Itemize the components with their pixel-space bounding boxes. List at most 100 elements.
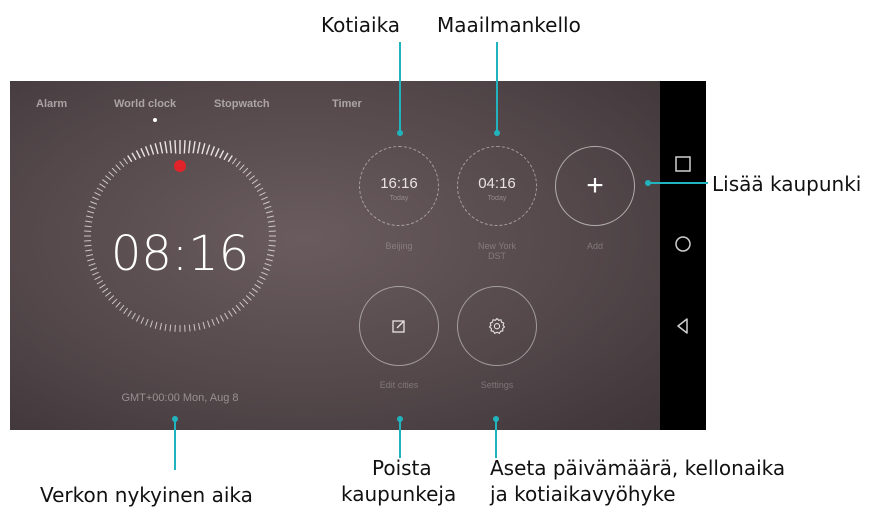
dial-tick (127, 310, 132, 317)
dial-tick (248, 291, 255, 297)
callout-network-time: Verkon nykyinen aika (40, 483, 253, 507)
city-clock-beijing[interactable]: 16:16 Today (359, 146, 439, 226)
tab-timer[interactable]: Timer (332, 98, 362, 110)
callout-home-time: Kotiaika (321, 13, 401, 37)
dial-tick (188, 140, 191, 154)
plus-icon: + (586, 169, 604, 202)
recent-apps-icon[interactable] (673, 154, 693, 174)
dial-tick (262, 201, 270, 205)
dial-tick (164, 141, 168, 154)
dial-tick (192, 141, 196, 154)
dial-tick (105, 175, 112, 181)
callout-line-set-date (495, 418, 497, 458)
tab-stopwatch[interactable]: Stopwatch (214, 98, 270, 110)
add-city-button[interactable]: + (555, 146, 635, 226)
city-time: 16:16 (380, 175, 418, 192)
dial-tick (169, 140, 172, 154)
dial-tick (111, 167, 118, 174)
dial-tick (131, 152, 137, 161)
dial-tick (242, 167, 249, 174)
settings-label: Settings (480, 380, 514, 390)
dial-tick (111, 298, 118, 305)
tab-alarm[interactable]: Alarm (36, 98, 67, 110)
callout-dot-remove-cities (397, 416, 403, 422)
dial-tick (248, 175, 255, 181)
dial-tick (201, 143, 206, 155)
home-icon[interactable] (673, 234, 693, 254)
dial-tick (140, 148, 146, 157)
dial-tick (219, 150, 225, 159)
city-clock-new-york[interactable]: 04:16 Today (457, 146, 537, 226)
dial-tick (261, 196, 268, 201)
dial-tick (215, 317, 220, 324)
dial-tick (108, 295, 115, 301)
dial-tick (267, 220, 275, 223)
callout-dot-set-date (493, 416, 499, 422)
city-label-beijing: Beijing (385, 241, 413, 251)
dial-tick (108, 171, 115, 177)
city-day: Today (487, 195, 507, 202)
back-icon[interactable] (673, 316, 693, 336)
dial-tick (85, 220, 93, 223)
dial-tick (119, 304, 125, 311)
callout-line-world-clock (496, 42, 498, 133)
dial-tick (164, 323, 167, 331)
dial-tick (254, 284, 261, 289)
timezone-date: GMT+00:00 Mon, Aug 8 (121, 392, 239, 404)
tab-world-clock[interactable]: World clock (114, 98, 176, 110)
dial-tick (131, 312, 136, 320)
callout-line-home-time (399, 42, 401, 133)
dial-tick (90, 201, 98, 205)
dial-tick (210, 146, 216, 156)
dial-tick (92, 196, 99, 201)
dial-tick (266, 215, 275, 218)
dial-tick (99, 183, 106, 188)
gear-icon (488, 317, 506, 334)
dial-tick (227, 155, 233, 163)
dial-tick (198, 322, 201, 331)
dial-tick (159, 322, 162, 331)
dial-tick (140, 317, 145, 324)
navigation-bar (660, 81, 706, 430)
dial-tick (205, 144, 211, 155)
dial-tick (96, 187, 104, 192)
dial-tick (245, 171, 252, 177)
dial-tick (119, 161, 125, 168)
dial-tick (105, 291, 112, 297)
callout-world-clock: Maailmankello (437, 13, 581, 37)
dial-tick (102, 179, 109, 185)
dial-tick (224, 312, 229, 320)
callout-set-date-line1: Aseta päivämäärä, kellonaika (490, 456, 786, 480)
callout-line-network-time (174, 418, 176, 470)
dial-tick (123, 307, 129, 314)
dial-tick (202, 321, 206, 329)
dial-tick (254, 183, 261, 188)
dial-tick (251, 179, 258, 185)
callout-dot-world-clock (494, 130, 500, 136)
callout-line-remove-cities (399, 418, 401, 458)
phone-screen: Alarm World clock Stopwatch Timer 08:16 … (10, 81, 660, 430)
dial-tick (102, 287, 109, 293)
dial-tick (99, 284, 106, 289)
seconds-dot (174, 160, 186, 172)
edit-cities-button[interactable] (359, 286, 439, 366)
dial-tick (251, 287, 258, 293)
dial-tick (214, 148, 220, 157)
dial-tick (245, 295, 252, 301)
dial-tick (135, 315, 141, 322)
dial-tick (154, 143, 159, 155)
dial-tick (228, 310, 233, 317)
dial-tick (231, 307, 237, 314)
add-label: Add (586, 241, 603, 251)
dial-tick (235, 161, 241, 168)
dial-tick (169, 324, 172, 332)
local-time: 08:16 (110, 226, 250, 282)
callout-line-add-city (648, 182, 708, 184)
dial-tick (149, 320, 153, 328)
dial-tick (265, 210, 273, 214)
dial-tick (239, 301, 245, 308)
dial-tick (196, 141, 201, 154)
dial-tick (264, 205, 272, 209)
settings-button[interactable] (457, 286, 537, 366)
callout-remove-cities-line1: Poista (372, 456, 432, 480)
